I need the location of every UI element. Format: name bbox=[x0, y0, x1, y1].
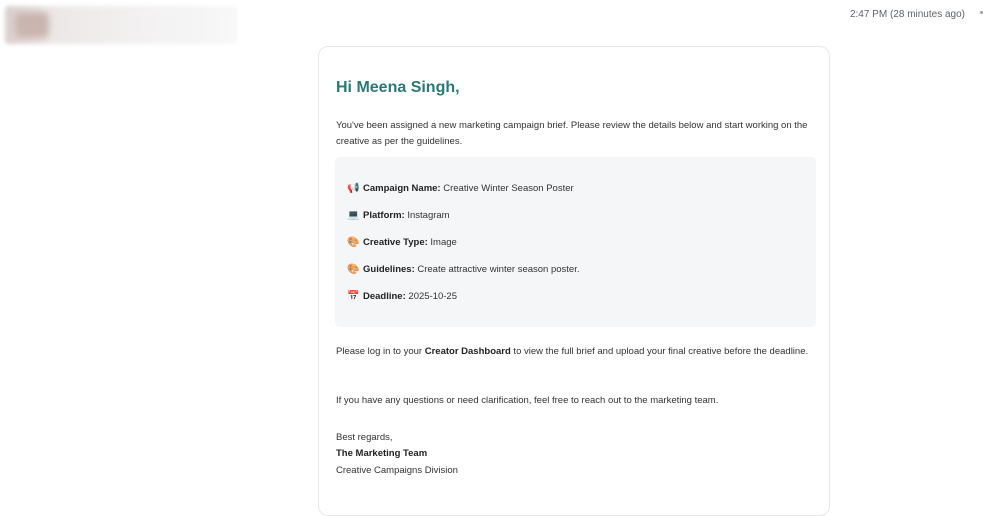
email-body-card: Hi Meena Singh, You've been assigned a n… bbox=[318, 46, 830, 516]
detail-label: Platform: bbox=[363, 210, 405, 221]
intro-paragraph: You've been assigned a new marketing cam… bbox=[336, 120, 808, 147]
email-timestamp: 2:47 PM (28 minutes ago) bbox=[849, 9, 965, 20]
greeting-heading: Hi Meena Singh, bbox=[336, 79, 460, 96]
detail-deadline: 📅 Deadline: 2025-10-25 bbox=[347, 291, 457, 302]
sender-info-redacted bbox=[5, 6, 237, 44]
avatar bbox=[15, 12, 49, 38]
detail-value: Instagram bbox=[407, 210, 450, 221]
detail-platform: 💻 Platform: Instagram bbox=[347, 210, 450, 221]
detail-creative-type: 🎨 Creative Type: Image bbox=[347, 237, 457, 248]
detail-value: Create attractive winter season poster. bbox=[417, 264, 580, 275]
laptop-icon: 💻 bbox=[347, 210, 360, 221]
creator-dashboard-text: Creator Dashboard bbox=[424, 346, 511, 357]
team-name: The Marketing Team bbox=[336, 445, 816, 462]
division-name: Creative Campaigns Division bbox=[336, 465, 458, 476]
palette-icon: 🎨 bbox=[347, 264, 360, 275]
detail-guidelines: 🎨 Guidelines: Create attractive winter se… bbox=[347, 264, 579, 275]
detail-label: Campaign Name: bbox=[363, 183, 441, 194]
megaphone-icon: 📢 bbox=[347, 183, 360, 194]
login-paragraph: Please log in to your Creator Dashboard … bbox=[336, 343, 816, 360]
signoff-text: Best regards, bbox=[336, 432, 393, 443]
campaign-details-box: 📢 Campaign Name: Creative Winter Season P… bbox=[335, 157, 816, 327]
team-name-bold: The Marketing Team bbox=[336, 448, 428, 459]
login-text-post: to view the full brief and upload your f… bbox=[510, 346, 809, 357]
detail-value: Creative Winter Season Poster bbox=[443, 183, 574, 194]
detail-label: Creative Type: bbox=[363, 237, 428, 248]
calendar-icon: 📅 bbox=[347, 291, 360, 302]
detail-label: Deadline: bbox=[363, 291, 406, 302]
palette-icon: 🎨 bbox=[347, 237, 360, 248]
questions-paragraph: If you have any questions or need clarif… bbox=[336, 395, 719, 406]
detail-value: 2025-10-25 bbox=[408, 291, 458, 302]
detail-label: Guidelines: bbox=[363, 264, 415, 275]
login-text-pre: Please log in to your bbox=[336, 346, 425, 357]
detail-value: Image bbox=[430, 237, 457, 248]
detail-campaign-name: 📢 Campaign Name: Creative Winter Season P… bbox=[347, 183, 574, 194]
